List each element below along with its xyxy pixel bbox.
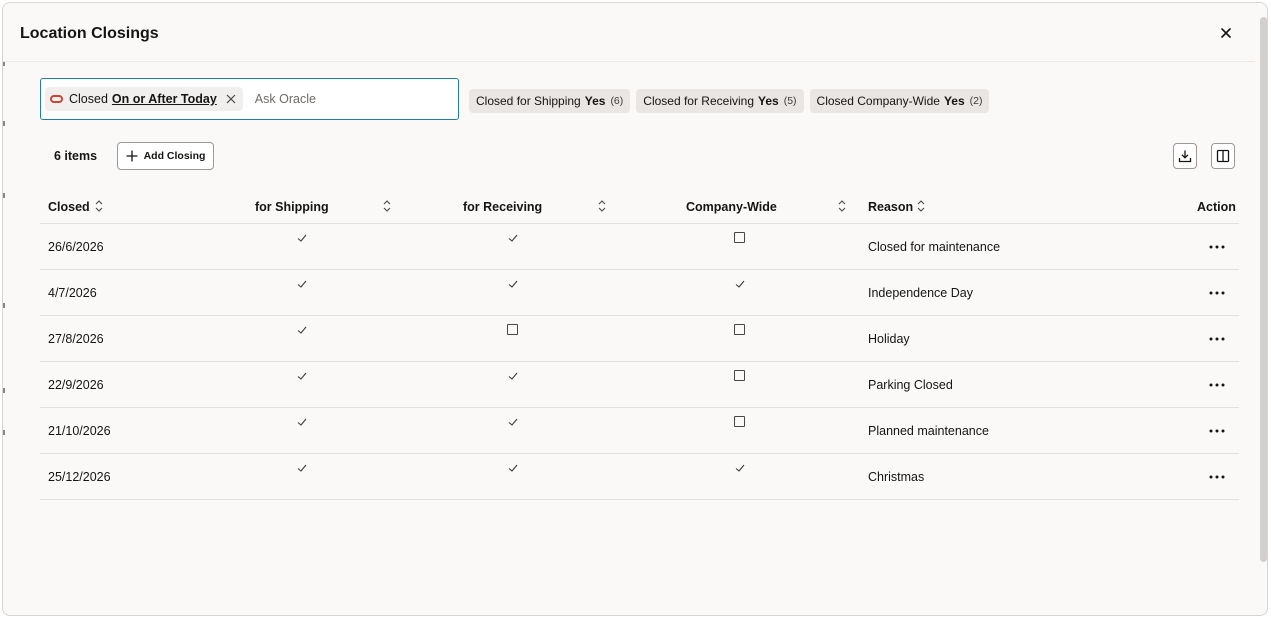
checkbox-empty-icon xyxy=(733,231,747,245)
more-actions-icon[interactable] xyxy=(1206,378,1228,392)
table-body: 26/6/2026 Closed for maintenance 4/7/2026 I… xyxy=(40,224,1239,500)
check-icon xyxy=(506,231,520,245)
columns-button[interactable] xyxy=(1211,143,1235,169)
check-icon xyxy=(506,369,520,383)
suggestion-closed-for-shipping[interactable]: Closed for Shipping Yes (6) xyxy=(469,89,631,113)
check-icon xyxy=(295,323,309,337)
table-row[interactable]: 4/7/2026 Independence Day xyxy=(40,270,1239,316)
checkbox-empty-icon xyxy=(733,415,747,429)
suggestion-closed-for-receiving[interactable]: Closed for Receiving Yes (5) xyxy=(636,89,804,113)
check-icon xyxy=(506,415,520,429)
check-icon xyxy=(295,461,309,475)
reason-cell: Closed for maintenance xyxy=(868,240,1001,254)
filter-chip-value[interactable]: On or After Today xyxy=(112,92,217,106)
checkbox-empty-icon xyxy=(733,369,747,383)
suggestion-count: (5) xyxy=(783,95,797,107)
check-icon xyxy=(295,231,309,245)
edge-marker xyxy=(3,121,5,126)
suggestion-value: Yes xyxy=(943,94,965,108)
more-actions-icon[interactable] xyxy=(1206,286,1228,300)
closed-date-cell: 4/7/2026 xyxy=(48,286,97,300)
sort-icon[interactable] xyxy=(916,199,926,213)
closed-date-cell: 22/9/2026 xyxy=(48,378,104,392)
reason-cell: Independence Day xyxy=(868,286,973,300)
filter-suggestions: Closed for Shipping Yes (6) Closed for R… xyxy=(469,89,990,113)
column-header-shipping[interactable]: for Shipping xyxy=(255,200,329,214)
plus-icon xyxy=(126,150,138,162)
table-row[interactable]: 22/9/2026 Parking Closed xyxy=(40,362,1239,408)
export-button[interactable] xyxy=(1173,143,1197,169)
sort-icon[interactable] xyxy=(382,199,392,213)
smart-search-bar[interactable]: Closed On or After Today xyxy=(40,78,459,120)
suggestion-count: (6) xyxy=(610,95,624,107)
filter-chip-closed[interactable]: Closed On or After Today xyxy=(45,87,243,111)
sort-icon[interactable] xyxy=(597,199,607,213)
column-header-reason[interactable]: Reason xyxy=(868,200,913,214)
close-button[interactable] xyxy=(1216,23,1236,43)
more-actions-icon[interactable] xyxy=(1206,240,1228,254)
check-icon xyxy=(733,461,747,475)
filter-chip-label: Closed xyxy=(69,92,108,106)
reason-cell: Planned maintenance xyxy=(868,424,989,438)
more-actions-icon[interactable] xyxy=(1206,470,1228,484)
check-icon xyxy=(506,461,520,475)
columns-icon xyxy=(1216,149,1230,163)
reason-cell: Holiday xyxy=(868,332,910,346)
add-closing-button[interactable]: Add Closing xyxy=(117,142,214,170)
check-icon xyxy=(295,415,309,429)
suggestion-label: Closed Company-Wide xyxy=(816,94,940,108)
sort-icon[interactable] xyxy=(837,199,847,213)
location-closings-dialog: Location Closings Closed On or After Tod… xyxy=(2,2,1268,616)
remove-filter-icon[interactable] xyxy=(225,93,237,105)
suggestion-closed-company-wide[interactable]: Closed Company-Wide Yes (2) xyxy=(809,89,990,113)
table-row[interactable]: 27/8/2026 Holiday xyxy=(40,316,1239,362)
suggestion-count: (2) xyxy=(969,95,983,107)
more-actions-icon[interactable] xyxy=(1206,424,1228,438)
column-header-closed[interactable]: Closed xyxy=(48,200,90,214)
column-header-company-wide[interactable]: Company-Wide xyxy=(686,200,777,214)
reason-cell: Christmas xyxy=(868,470,925,484)
download-icon xyxy=(1178,150,1192,163)
table-row[interactable]: 26/6/2026 Closed for maintenance xyxy=(40,224,1239,270)
more-actions-icon[interactable] xyxy=(1206,332,1228,346)
closings-table: Closed for Shipping for Receiving Compan… xyxy=(40,190,1239,500)
add-closing-label: Add Closing xyxy=(143,150,206,162)
closed-date-cell: 21/10/2026 xyxy=(48,424,111,438)
header-divider xyxy=(3,61,1255,62)
reason-cell: Parking Closed xyxy=(868,378,953,392)
dialog-title: Location Closings xyxy=(20,25,159,42)
table-row[interactable]: 25/12/2026 Christmas xyxy=(40,454,1239,500)
edge-marker xyxy=(3,430,5,435)
column-header-receiving[interactable]: for Receiving xyxy=(463,200,542,214)
suggestion-value: Yes xyxy=(584,94,606,108)
check-icon xyxy=(295,369,309,383)
oracle-logo-icon xyxy=(50,95,63,103)
edge-marker xyxy=(3,193,5,198)
closed-date-cell: 25/12/2026 xyxy=(48,470,111,484)
suggestion-label: Closed for Shipping xyxy=(476,94,581,108)
table-row[interactable]: 21/10/2026 Planned maintenance xyxy=(40,408,1239,454)
check-icon xyxy=(506,277,520,291)
table-header: Closed for Shipping for Receiving Compan… xyxy=(40,190,1239,224)
search-input[interactable] xyxy=(254,92,435,106)
column-header-action: Action xyxy=(1197,200,1236,214)
check-icon xyxy=(733,277,747,291)
check-icon xyxy=(295,277,309,291)
scrollbar[interactable] xyxy=(1260,17,1267,562)
edge-marker xyxy=(3,303,5,308)
edge-marker xyxy=(3,388,5,393)
items-count: 6 items xyxy=(54,149,98,163)
closed-date-cell: 27/8/2026 xyxy=(48,332,104,346)
closed-date-cell: 26/6/2026 xyxy=(48,240,104,254)
suggestion-label: Closed for Receiving xyxy=(643,94,754,108)
sort-icon[interactable] xyxy=(94,199,104,213)
checkbox-empty-icon xyxy=(506,323,520,337)
checkbox-empty-icon xyxy=(733,323,747,337)
suggestion-value: Yes xyxy=(758,94,779,108)
close-icon xyxy=(1221,28,1231,38)
